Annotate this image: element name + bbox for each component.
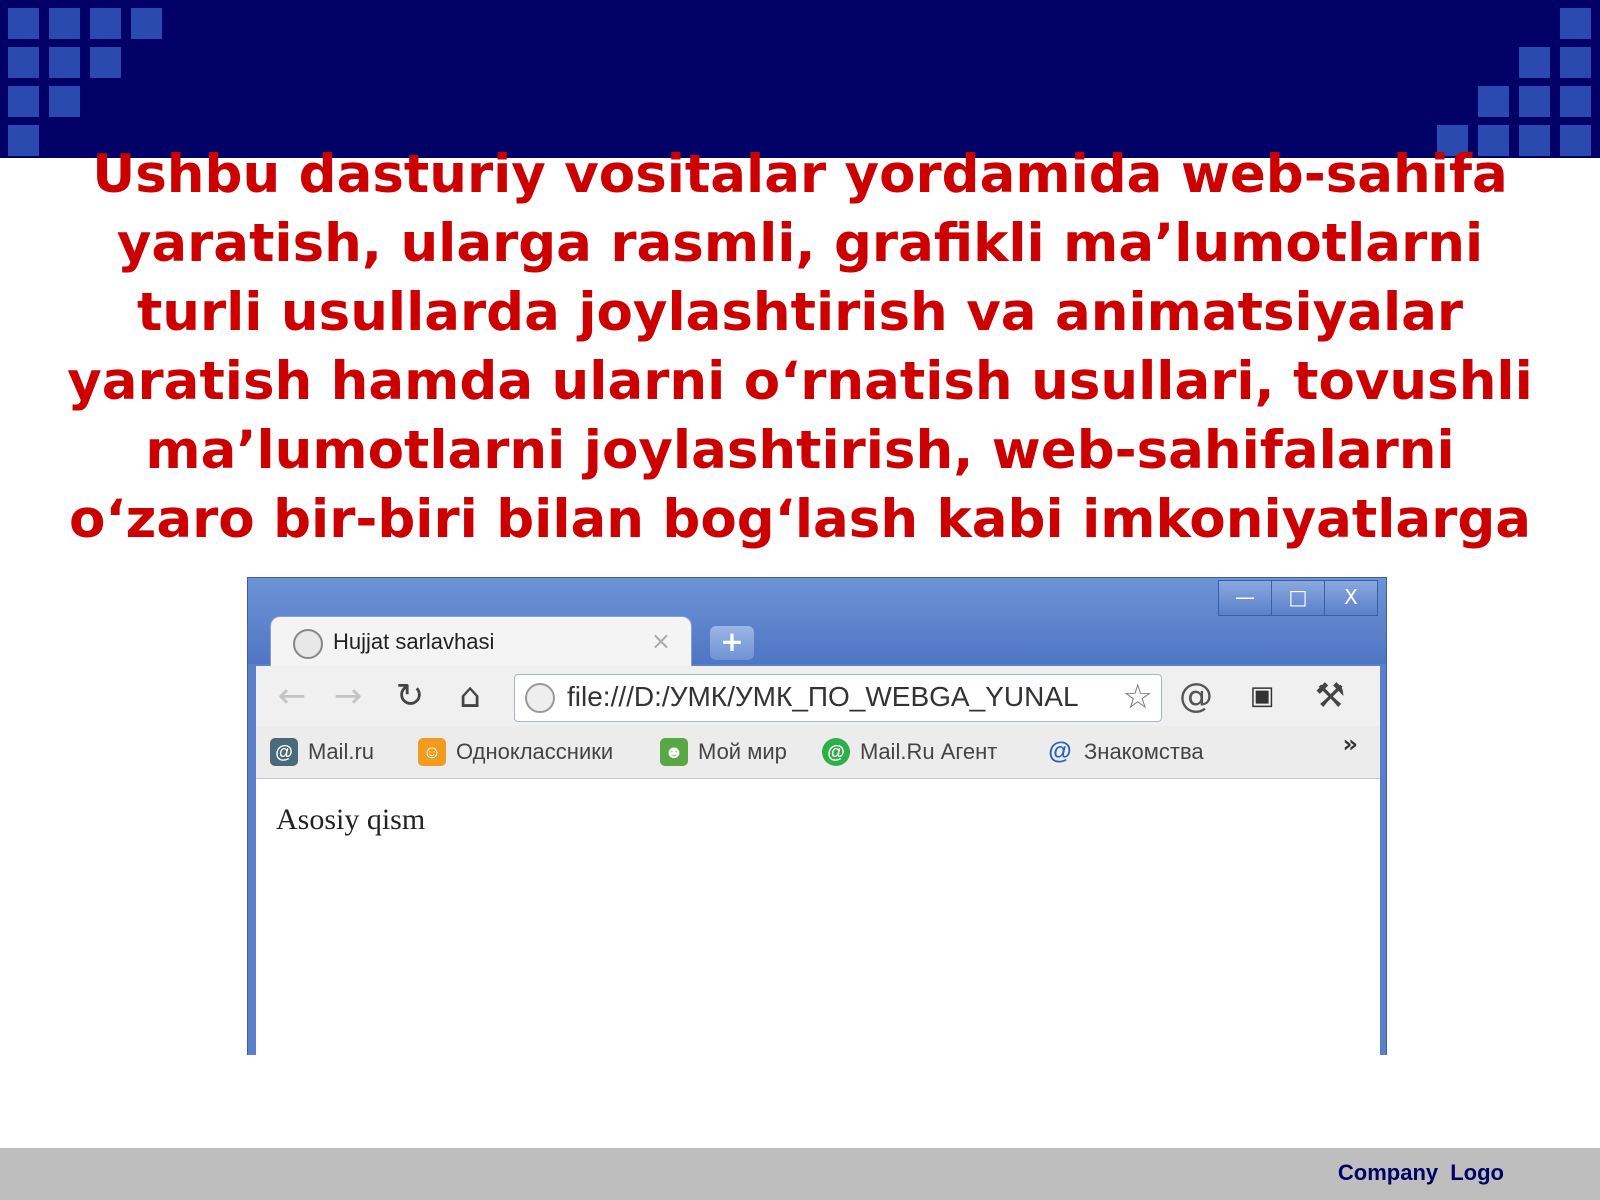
- decor-square: [49, 8, 80, 39]
- maximize-button[interactable]: □: [1271, 580, 1325, 616]
- header-band: [0, 0, 1600, 158]
- browser-titlebar: — □ X Hujjat sarlavhasi × +: [248, 578, 1386, 669]
- bookmark-label: Мой мир: [698, 739, 787, 764]
- decor-square: [1560, 47, 1591, 78]
- company-logo: Company Logo: [1337, 1160, 1504, 1185]
- decor-square: [8, 125, 39, 156]
- page-body-text: Asosiy qism: [276, 803, 426, 836]
- decor-square: [90, 47, 121, 78]
- bookmark-item[interactable]: ☺ Одноклассники: [418, 734, 613, 770]
- camera-icon[interactable]: ▣: [1244, 678, 1280, 714]
- reload-icon[interactable]: ↻: [392, 678, 428, 714]
- bookmark-label: Знакомства: [1084, 739, 1204, 764]
- tab-title: Hujjat sarlavhasi: [333, 629, 495, 654]
- bookmarks-bar: @ Mail.ru ☺ Одноклассники ☻ Мой мир @ Ma…: [256, 726, 1380, 779]
- decor-square: [49, 86, 80, 117]
- slide-title-line: o‘zaro bir-biri bilan bog‘lash kabi imko…: [68, 489, 1532, 550]
- globe-icon: [293, 629, 323, 659]
- decor-square: [1560, 8, 1591, 39]
- minimize-button[interactable]: —: [1218, 580, 1272, 616]
- decor-square: [131, 8, 162, 39]
- slide-title-line: ma’lumotlarni joylashtirish, web-sahifal…: [145, 420, 1455, 481]
- home-icon[interactable]: ⌂: [452, 678, 488, 714]
- tab-close-icon[interactable]: ×: [651, 627, 671, 655]
- mail-at-icon[interactable]: @: [1178, 678, 1214, 714]
- decor-square: [8, 86, 39, 117]
- bookmark-item[interactable]: @ Mail.Ru Агент: [822, 734, 997, 770]
- bookmark-item[interactable]: @ Mail.ru: [270, 734, 374, 770]
- moi-mir-icon: ☻: [660, 738, 688, 766]
- close-window-button[interactable]: X: [1324, 580, 1378, 616]
- address-bar[interactable]: ☆: [514, 674, 1162, 722]
- decor-square: [8, 47, 39, 78]
- decor-square: [1519, 47, 1550, 78]
- decor-square: [1560, 125, 1591, 156]
- slide-title-line: Ushbu dasturiy vositalar yordamida web-s…: [92, 144, 1508, 205]
- slide-title: Ushbu dasturiy vositalar yordamida web-s…: [40, 140, 1560, 554]
- slide-title-line: yaratish, ularga rasmli, grafikli ma’lum…: [116, 213, 1484, 274]
- decor-square: [1560, 86, 1591, 117]
- bookmark-item[interactable]: ☻ Мой мир: [660, 734, 787, 770]
- mailru-agent-icon: @: [822, 738, 850, 766]
- mailru-icon: @: [270, 738, 298, 766]
- bookmark-label: Mail.ru: [308, 739, 375, 764]
- browser-content: Asosiy qism: [256, 779, 1380, 1055]
- decor-square: [49, 47, 80, 78]
- bookmarks-more-icon[interactable]: »: [1342, 730, 1358, 758]
- new-tab-button[interactable]: +: [710, 626, 754, 660]
- bookmark-label: Одноклассники: [456, 739, 614, 764]
- odnoklassniki-icon: ☺: [418, 738, 446, 766]
- decor-square: [90, 8, 121, 39]
- slide-title-line: turli usullarda joylashtirish va animats…: [136, 282, 1464, 343]
- address-input[interactable]: [567, 675, 1107, 719]
- wrench-icon[interactable]: ⚒: [1312, 678, 1348, 714]
- decor-square: [1478, 86, 1509, 117]
- browser-tab[interactable]: Hujjat sarlavhasi ×: [270, 616, 692, 669]
- page-info-icon: [525, 683, 555, 713]
- slide-title-line: yaratish hamda ularni o‘rnatish usullari…: [67, 351, 1533, 412]
- znakomstva-icon: @: [1048, 738, 1072, 765]
- arrow-right-icon[interactable]: →: [330, 678, 366, 714]
- decor-square: [8, 8, 39, 39]
- browser-window-screenshot: — □ X Hujjat sarlavhasi × + ← → ↻ ⌂ ☆ @ …: [247, 577, 1387, 1055]
- window-controls: — □ X: [1218, 580, 1378, 616]
- footer-band: Company Logo: [0, 1148, 1600, 1200]
- arrow-left-icon[interactable]: ←: [274, 678, 310, 714]
- star-icon[interactable]: ☆: [1123, 677, 1153, 717]
- bookmark-item[interactable]: @ Знакомства: [1046, 734, 1204, 770]
- decor-square: [1519, 86, 1550, 117]
- bookmark-label: Mail.Ru Агент: [860, 739, 998, 764]
- browser-toolbar: ← → ↻ ⌂ ☆ @ ▣ ⚒: [256, 666, 1380, 726]
